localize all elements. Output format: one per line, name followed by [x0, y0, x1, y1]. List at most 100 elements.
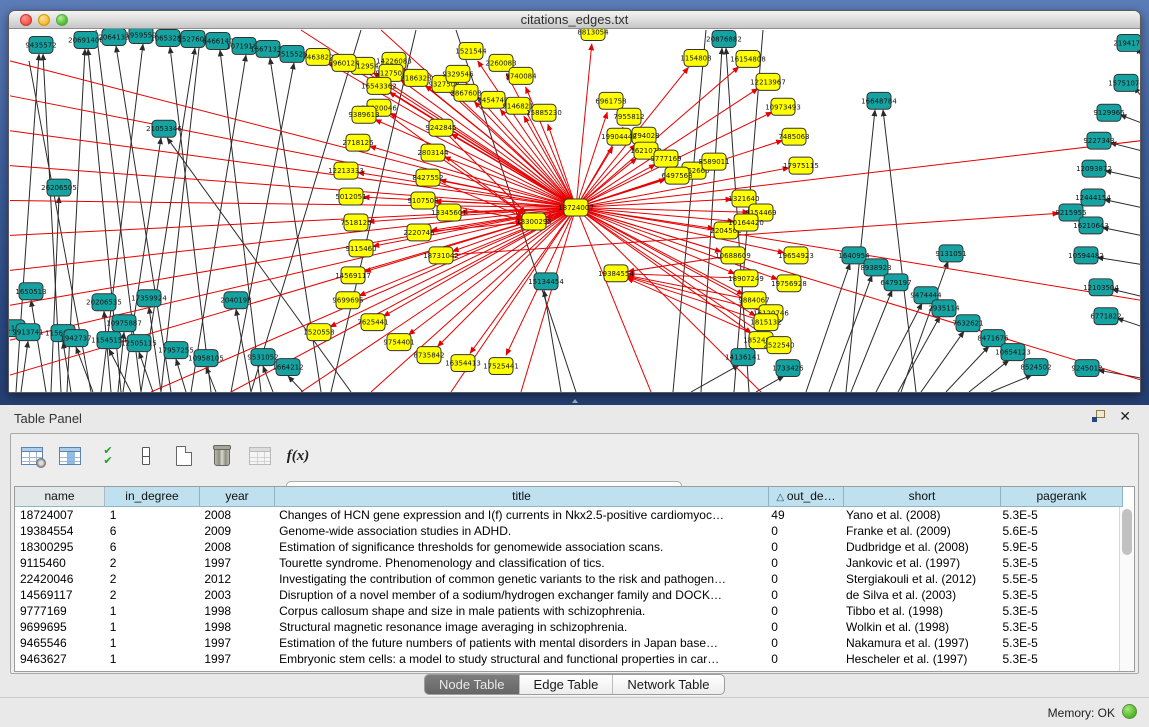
cell-out_degree[interactable]: 49 — [766, 507, 841, 523]
cell-out_degree[interactable]: 0 — [766, 651, 841, 667]
cell-year[interactable]: 1997 — [199, 635, 274, 651]
table-row[interactable]: 1938455462009Genome-wide association stu… — [15, 523, 1119, 539]
cell-short[interactable]: de Silva et al. (2003) — [841, 587, 997, 603]
graph-node[interactable]: 9777169 — [650, 150, 681, 167]
graph-node[interactable]: 1733426 — [772, 360, 803, 377]
show-columns-icon[interactable] — [57, 443, 83, 469]
graph-edge[interactable] — [288, 376, 303, 392]
graph-node[interactable]: 6479197 — [880, 274, 911, 291]
graph-node[interactable]: 5012051 — [335, 188, 366, 205]
graph-node[interactable]: 26206505 — [41, 179, 77, 196]
cell-year[interactable]: 2009 — [199, 523, 274, 539]
cell-out_degree[interactable]: 0 — [766, 523, 841, 539]
table-row[interactable]: 1872400712008Changes of HCN gene express… — [15, 507, 1119, 523]
cell-title[interactable]: Estimation of significance thresholds fo… — [274, 539, 766, 555]
cell-out_degree[interactable]: 0 — [766, 603, 841, 619]
cell-name[interactable]: 9777169 — [15, 603, 105, 619]
graph-node[interactable]: 1520558 — [303, 324, 334, 341]
tab-node-table[interactable]: Node Table — [425, 675, 520, 694]
table-row[interactable]: 946554611997Estimation of the future num… — [15, 635, 1119, 651]
graph-node[interactable]: 9754401 — [383, 334, 414, 351]
cell-short[interactable]: Jankovic et al. (1997) — [841, 555, 997, 571]
cell-name[interactable]: 9465546 — [15, 635, 105, 651]
graph-node[interactable]: 8186328 — [400, 69, 431, 86]
graph-edge[interactable] — [991, 375, 1032, 392]
cell-year[interactable]: 1998 — [199, 619, 274, 635]
table-row[interactable]: 2242004622012Investigating the contribut… — [15, 571, 1119, 587]
cell-name[interactable]: 14569117 — [15, 587, 105, 603]
column-header-pagerank[interactable]: pagerank — [1001, 487, 1123, 507]
cell-short[interactable]: Nakamura et al. (1997) — [841, 635, 997, 651]
graph-node[interactable]: 18731042 — [423, 247, 459, 264]
graph-node[interactable]: 16354413 — [445, 355, 481, 372]
table-vertical-scrollbar[interactable] — [1119, 507, 1134, 671]
graph-node[interactable]: 9115460 — [345, 240, 376, 257]
table-row[interactable]: 1456911722003Disruption of a novel membe… — [15, 587, 1119, 603]
tab-edge-table[interactable]: Edge Table — [520, 675, 614, 694]
column-header-year[interactable]: year — [200, 487, 275, 507]
graph-node[interactable]: 8735842 — [413, 347, 444, 364]
graph-node[interactable]: 6497568 — [661, 167, 692, 184]
graph-node[interactable]: 7518120 — [340, 214, 371, 231]
graph-node[interactable]: 9699695 — [332, 292, 363, 309]
cell-title[interactable]: Changes of HCN gene expression and I(f) … — [274, 507, 766, 523]
graph-node[interactable]: 10975887 — [106, 315, 142, 332]
graph-node[interactable]: 5960124 — [328, 54, 360, 71]
cell-short[interactable]: Dudbridge et al. (2008) — [841, 539, 997, 555]
cell-year[interactable]: 2008 — [199, 539, 274, 555]
cell-pagerank[interactable]: 5.3E-5 — [997, 619, 1119, 635]
cell-in_degree[interactable]: 1 — [105, 619, 200, 635]
graph-node[interactable]: 1650513 — [15, 283, 46, 300]
graph-node[interactable]: 1815132 — [750, 314, 781, 331]
network-window[interactable]: citations_edges.txt 18724007183002958912… — [8, 10, 1141, 393]
cell-year[interactable]: 1997 — [199, 555, 274, 571]
cell-out_degree[interactable]: 0 — [766, 619, 841, 635]
cell-title[interactable]: Estimation of the future numbers of pati… — [274, 635, 766, 651]
memory-status-led[interactable] — [1122, 704, 1137, 719]
graph-node[interactable]: 1154808 — [680, 49, 711, 66]
graph-edge[interactable] — [829, 275, 872, 392]
graph-edge[interactable] — [251, 30, 361, 392]
graph-node[interactable]: 9740084 — [505, 67, 537, 84]
graph-node[interactable]: 6961758 — [595, 92, 626, 109]
tab-network-table[interactable]: Network Table — [613, 675, 723, 694]
cell-name[interactable]: 22420046 — [15, 571, 105, 587]
table-row[interactable]: 911546021997Tourette syndrome. Phenomeno… — [15, 555, 1119, 571]
citation-network-graph[interactable]: 1872400718300295891295414226083912750881… — [9, 29, 1140, 392]
graph-edge[interactable] — [21, 341, 28, 392]
cell-title[interactable]: Corpus callosum shape and size in male p… — [274, 603, 766, 619]
graph-edge[interactable] — [10, 61, 576, 208]
graph-node[interactable]: 8813054 — [577, 29, 609, 40]
graph-edge[interactable] — [946, 346, 989, 392]
graph-node[interactable]: 7632621 — [952, 315, 983, 332]
graph-edge[interactable] — [191, 55, 246, 392]
graph-edge[interactable] — [10, 208, 576, 271]
cell-title[interactable]: Structural magnetic resonance image aver… — [274, 619, 766, 635]
cell-pagerank[interactable]: 5.3E-5 — [997, 507, 1119, 523]
graph-node[interactable]: 1521544 — [455, 42, 487, 59]
graph-edge[interactable] — [10, 208, 576, 341]
cell-pagerank[interactable]: 5.3E-5 — [997, 555, 1119, 571]
cell-out_degree[interactable]: 0 — [766, 539, 841, 555]
cell-pagerank[interactable]: 5.5E-5 — [997, 571, 1119, 587]
graph-node[interactable]: 2935114 — [928, 300, 960, 317]
graph-edge[interactable] — [806, 263, 850, 392]
cell-year[interactable]: 1997 — [199, 651, 274, 667]
graph-node[interactable]: 15751074 — [1108, 74, 1140, 91]
graph-node[interactable]: 8427552 — [412, 169, 443, 186]
graph-edge[interactable] — [176, 359, 186, 392]
graph-node[interactable]: 9389613 — [348, 106, 379, 123]
graph-edge[interactable] — [10, 208, 576, 306]
cell-out_degree[interactable]: 0 — [766, 635, 841, 651]
cell-title[interactable]: Embryonic stem cells: a model to study s… — [274, 651, 766, 667]
graph-node[interactable]: 17975115 — [783, 157, 819, 174]
graph-node[interactable]: 20876882 — [706, 30, 742, 47]
graph-node[interactable]: 17525441 — [483, 358, 519, 375]
graph-node[interactable]: 12444154 — [1075, 189, 1111, 206]
cell-in_degree[interactable]: 6 — [105, 523, 200, 539]
close-panel-icon[interactable]: ✕ — [1119, 410, 1131, 422]
cell-short[interactable]: Wolkin et al. (1998) — [841, 619, 997, 635]
cell-in_degree[interactable]: 1 — [105, 635, 200, 651]
cell-short[interactable]: Tibbo et al. (1998) — [841, 603, 997, 619]
column-header-out_degree[interactable]: △ out_de… — [769, 487, 844, 507]
